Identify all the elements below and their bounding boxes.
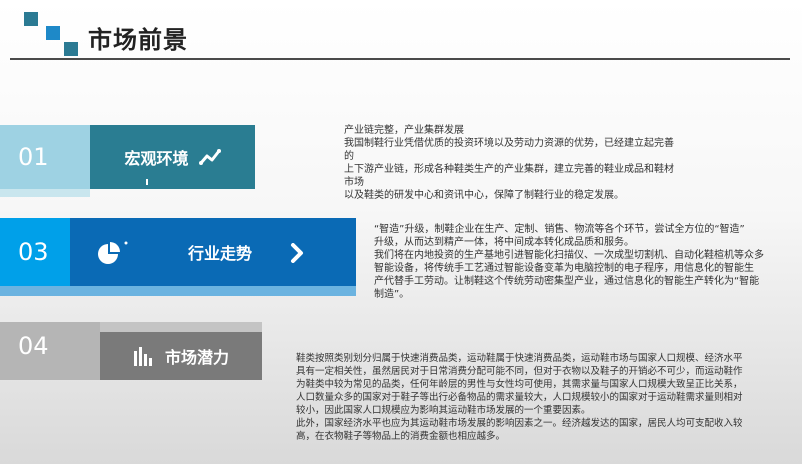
text-line: 我们将在内地投资的生产基地引进智能化扫描仪、一次成型切割机、自动化鞋楦机等众多 [374,250,764,261]
section-1-text: 产业链完整，产业集群发展 我国制鞋行业凭借优质的投资环境以及劳动力资源的优势，已… [344,124,674,202]
section-number: 03 [0,218,70,286]
text-line: 制造”。 [374,289,410,300]
pie-chart-icon [96,238,130,266]
text-line: 产代替手工劳动。让制鞋这个传统劳动密集型产业，通过信息化的智能生产转化为“智能 [374,276,760,287]
text-line: “智造”升级，制鞋企业在生产、定制、销售、物流等各个环节，尝试全方位的“智造” [374,224,745,235]
decor-tick [146,179,148,185]
section-label-box: 市场潜力 [100,332,262,380]
section-label-box: 行业走势 [70,218,356,286]
logo-square-2 [46,26,60,40]
text-line: 人口数量众多的国家对于鞋子等出行必备物品的需求量较大，人口规模较小的国家对于运动… [296,392,743,403]
section-2-text: “智造”升级，制鞋企业在生产、定制、销售、物流等各个环节，尝试全方位的“智造” … [374,223,774,301]
text-line: 鞋类按照类别划分归属于快速消费品类，运动鞋属于快速消费品类，运动鞋市场与国家人口… [296,353,743,364]
text-line: 较小，因此国家人口规模应为影响其运动鞋市场发展的一个重要因素。 [296,405,591,416]
trend-line-icon [198,148,221,166]
chevron-right-icon [290,243,304,263]
logo-square-3 [64,42,78,56]
text-line: 我国制鞋行业凭借优质的投资环境以及劳动力资源的优势，已经建立起完善的 [344,138,674,162]
text-line: 上下游产业链，形成各种鞋类生产的产业集群，建立完善的鞋业成品和鞋材市场 [344,164,674,188]
section-number: 01 [0,125,90,189]
section-back-strip [0,286,356,296]
section-label-box: 宏观环境 [90,125,255,189]
section-market-potential: 04 市场潜力 [0,322,270,380]
page-title: 市场前景 [88,26,188,54]
text-line: 智能设备，将传统手工艺通过智能设备变革为电脑控制的电子程序，用信息化的智能生 [374,263,754,274]
section-label: 市场潜力 [164,348,229,367]
text-line: 此外，国家经济水平也应为其运动鞋市场发展的影响因素之一。经济越发达的国家，居民人… [296,418,743,429]
logo-square-1 [24,12,38,26]
text-line: 以及鞋类的研发中心和资讯中心，保障了制鞋行业的稳定发展。 [344,190,624,201]
bar-chart-icon [133,345,153,367]
text-line: 产业链完整，产业集群发展 [344,125,464,136]
text-line: 升级，从而达到精产一体，将中间成本转化成品质和服务。 [374,237,634,248]
section-industry-trend: 03 行业走势 [0,218,360,296]
section-macro-environment: 01 宏观环境 [0,125,300,197]
text-line: 为鞋类中较为常见的品类，任何年龄层的男性与女性均可使用，其需求量与国家人口规模大… [296,379,743,390]
text-line: 具有一定相关性，虽然居民对于日常消费分配可能不同，但对于衣物以及鞋子的开销必不可… [296,366,743,377]
logo [18,6,78,58]
text-line: 高，在衣物鞋子等物品上的消费金额也相应越多。 [296,431,506,442]
section-number: 04 [0,322,100,380]
title-divider [10,58,790,60]
section-label: 行业走势 [188,244,253,263]
section-3-text: 鞋类按照类别划分归属于快速消费品类，运动鞋属于快速消费品类，运动鞋市场与国家人口… [296,352,796,443]
section-label: 宏观环境 [124,149,189,168]
section-tab [0,189,90,197]
